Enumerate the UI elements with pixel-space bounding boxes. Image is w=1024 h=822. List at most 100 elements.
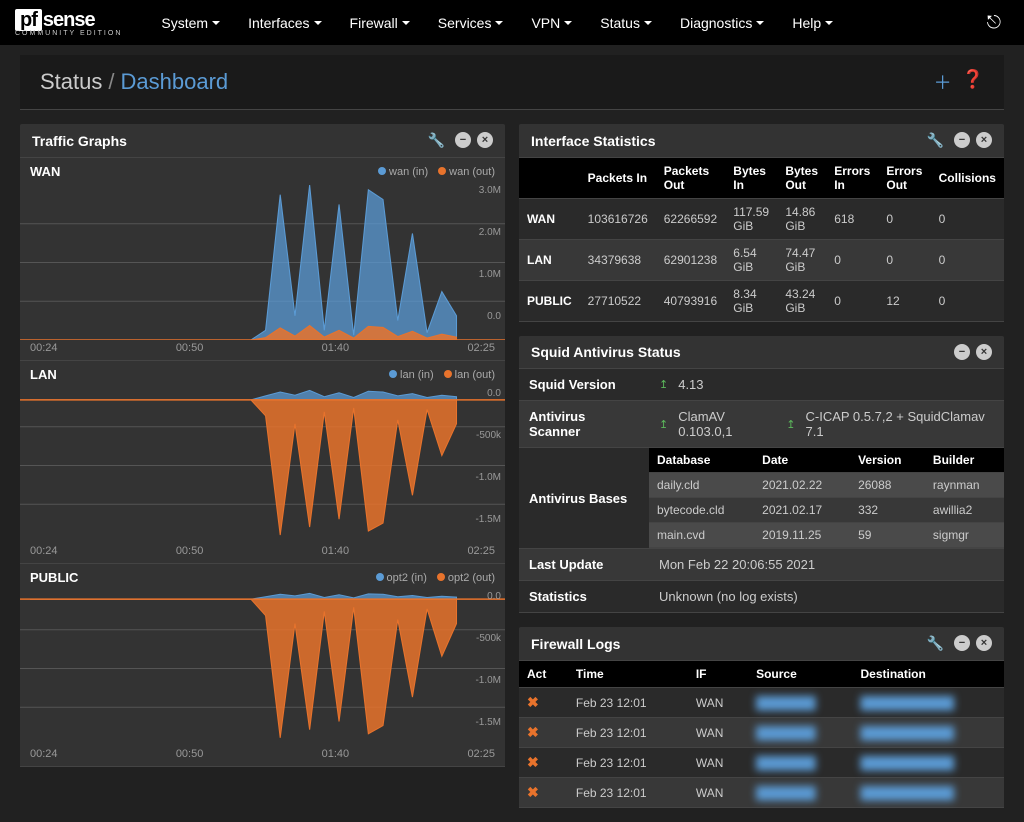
squid-version-value: 4.13 <box>678 377 703 392</box>
y-axis-labels: 0.0-500k-1.0M-1.5M <box>475 591 501 728</box>
logout-icon[interactable]: ⎋ <box>979 4 1009 41</box>
caret-down-icon <box>644 21 652 25</box>
legend-in: lan (in) <box>389 369 434 381</box>
nav-item-diagnostics[interactable]: Diagnostics <box>666 7 778 39</box>
av-header: Date <box>754 448 850 473</box>
iface-cell: 0 <box>878 240 930 281</box>
fw-cell: Feb 23 12:01 <box>568 688 688 718</box>
iface-cell: 0 <box>826 281 878 322</box>
traffic-graphs-panel: Traffic Graphs 🔧 − × WANwan (in)wan (out… <box>20 124 505 767</box>
traffic-graph-public: PUBLICopt2 (in)opt2 (out)0.0-500k-1.0M-1… <box>20 564 505 767</box>
av-cell: raynman <box>925 473 1004 498</box>
redacted-ip: ███████ <box>756 726 816 740</box>
squid-panel-title: Squid Antivirus Status <box>531 344 681 360</box>
fw-cell: Feb 23 12:01 <box>568 748 688 778</box>
table-row[interactable]: ✖Feb 23 12:01WAN██████████████████ <box>519 748 1004 778</box>
iface-name: PUBLIC <box>519 281 580 322</box>
legend-out: lan (out) <box>444 369 495 381</box>
wrench-icon[interactable]: 🔧 <box>927 635 944 652</box>
table-row: LAN34379638629012386.54 GiB74.47 GiB000 <box>519 240 1004 281</box>
add-widget-icon[interactable]: ＋ <box>934 69 952 95</box>
ifstats-header: Bytes In <box>725 158 777 199</box>
table-row[interactable]: ✖Feb 23 12:01WAN██████████████████ <box>519 688 1004 718</box>
nav-item-help[interactable]: Help <box>778 7 847 39</box>
close-icon[interactable]: × <box>976 635 992 651</box>
redacted-ip: ███████ <box>756 786 816 800</box>
redacted-ip: ███████ <box>756 756 816 770</box>
x-axis-labels: 00:2400:5001:4002:25 <box>20 543 505 563</box>
iface-name: LAN <box>519 240 580 281</box>
firewall-logs-panel: Firewall Logs 🔧 − × ActTimeIFSourceDesti… <box>519 627 1004 808</box>
help-icon[interactable]: ❓ <box>962 69 984 95</box>
brand-logo[interactable]: pfsense COMMUNITY EDITION <box>15 9 122 37</box>
table-row: daily.cld2021.02.2226088raynman <box>649 473 1004 498</box>
iface-cell: 43.24 GiB <box>777 281 826 322</box>
breadcrumb-sep: / <box>108 69 114 95</box>
close-icon[interactable]: × <box>477 132 493 148</box>
av-cell: bytecode.cld <box>649 498 754 523</box>
fw-cell: ✖ <box>519 778 568 808</box>
redacted-ip: ███████ <box>756 696 816 710</box>
fw-cell: Feb 23 12:01 <box>568 778 688 808</box>
nav-item-services[interactable]: Services <box>424 7 518 39</box>
nav-item-interfaces[interactable]: Interfaces <box>234 7 335 39</box>
close-icon[interactable]: × <box>976 132 992 148</box>
av-header: Version <box>850 448 925 473</box>
squid-scanner-label: Antivirus Scanner <box>519 401 649 447</box>
squid-bases-label: Antivirus Bases <box>519 448 649 548</box>
fw-cell: ✖ <box>519 718 568 748</box>
iface-cell: 618 <box>826 199 878 240</box>
nav-item-firewall[interactable]: Firewall <box>336 7 424 39</box>
minimize-icon[interactable]: − <box>954 344 970 360</box>
legend-out: opt2 (out) <box>437 572 495 584</box>
table-row[interactable]: ✖Feb 23 12:01WAN██████████████████ <box>519 718 1004 748</box>
wrench-icon[interactable]: 🔧 <box>927 132 944 149</box>
av-cell: 59 <box>850 523 925 548</box>
iface-cell: 0 <box>931 240 1004 281</box>
block-icon: ✖ <box>527 754 539 770</box>
fw-header: Source <box>748 661 852 688</box>
av-cell: 2021.02.17 <box>754 498 850 523</box>
iface-cell: 62901238 <box>656 240 726 281</box>
dashboard: Traffic Graphs 🔧 − × WANwan (in)wan (out… <box>0 110 1024 822</box>
close-icon[interactable]: × <box>976 344 992 360</box>
chart-area[interactable]: 3.0M2.0M1.0M0.0 <box>20 185 505 340</box>
wrench-icon[interactable]: 🔧 <box>428 132 445 149</box>
breadcrumb-current[interactable]: Dashboard <box>121 69 229 95</box>
fw-cell: WAN <box>688 748 748 778</box>
minimize-icon[interactable]: − <box>455 132 471 148</box>
fw-cell: ███████████ <box>853 778 1005 808</box>
nav-item-status[interactable]: Status <box>586 7 666 39</box>
traffic-graph-lan: LANlan (in)lan (out)0.0-500k-1.0M-1.5M00… <box>20 361 505 564</box>
breadcrumb-parent[interactable]: Status <box>40 69 102 95</box>
iface-cell: 40793916 <box>656 281 726 322</box>
nav-item-vpn[interactable]: VPN <box>517 7 586 39</box>
iface-cell: 0 <box>826 240 878 281</box>
minimize-icon[interactable]: − <box>954 635 970 651</box>
av-bases-table: DatabaseDateVersionBuilder daily.cld2021… <box>649 448 1004 548</box>
iface-cell: 6.54 GiB <box>725 240 777 281</box>
squid-scanner-value: ClamAV 0.103.0,1 <box>678 409 776 439</box>
iface-cell: 14.86 GiB <box>777 199 826 240</box>
redacted-ip: ███████████ <box>861 756 955 770</box>
av-cell: 2021.02.22 <box>754 473 850 498</box>
y-axis-labels: 0.0-500k-1.0M-1.5M <box>475 388 501 525</box>
chart-area[interactable]: 0.0-500k-1.0M-1.5M <box>20 591 505 746</box>
table-row: WAN10361672662266592117.59 GiB14.86 GiB6… <box>519 199 1004 240</box>
x-axis-labels: 00:2400:5001:4002:25 <box>20 340 505 360</box>
last-update-value: Mon Feb 22 20:06:55 2021 <box>649 549 1004 580</box>
squid-version-label: Squid Version <box>519 369 649 400</box>
squid-scanner-value: C-ICAP 0.5.7,2 + SquidClamav 7.1 <box>805 409 994 439</box>
nav-item-system[interactable]: System <box>147 7 234 39</box>
y-axis-labels: 3.0M2.0M1.0M0.0 <box>479 185 501 322</box>
squid-body: Squid Version ↥4.13 Antivirus Scanner ↥C… <box>519 369 1004 613</box>
fw-cell: ███████ <box>748 778 852 808</box>
dashboard-col-right: Interface Statistics 🔧 − × Packets InPac… <box>519 124 1004 808</box>
table-row[interactable]: ✖Feb 23 12:01WAN██████████████████ <box>519 778 1004 808</box>
chart-area[interactable]: 0.0-500k-1.0M-1.5M <box>20 388 505 543</box>
squid-stats-label: Statistics <box>519 581 649 612</box>
iface-cell: 0 <box>931 199 1004 240</box>
minimize-icon[interactable]: − <box>954 132 970 148</box>
av-cell: awillia2 <box>925 498 1004 523</box>
fw-cell: Feb 23 12:01 <box>568 718 688 748</box>
